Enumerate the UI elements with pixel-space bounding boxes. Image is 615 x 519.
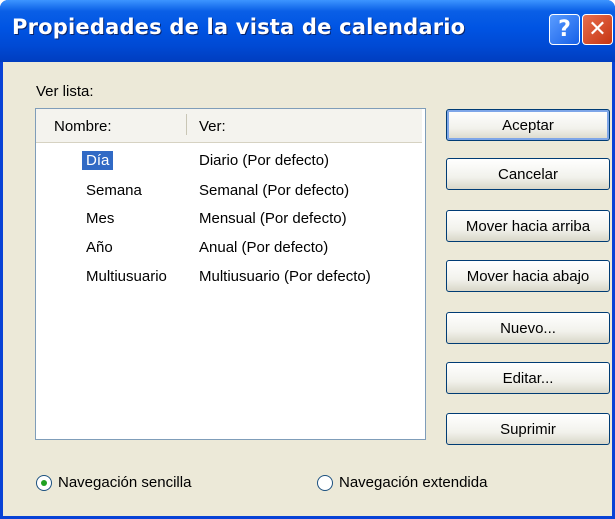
radio-label-extended[interactable]: Navegación extendida bbox=[339, 474, 487, 491]
list-row-ano[interactable]: Año Anual (Por defecto) bbox=[36, 236, 422, 261]
help-icon: ? bbox=[558, 17, 571, 42]
list-header: Nombre: Ver: bbox=[36, 109, 422, 143]
list-row-semana[interactable]: Semana Semanal (Por defecto) bbox=[36, 179, 422, 204]
view-list-label: Ver lista: bbox=[36, 83, 94, 100]
new-button[interactable]: Nuevo... bbox=[446, 312, 610, 344]
cancel-button[interactable]: Cancelar bbox=[446, 158, 610, 190]
delete-button[interactable]: Suprimir bbox=[446, 413, 610, 445]
list-row-dia[interactable]: Día Diario (Por defecto) bbox=[36, 149, 422, 174]
title-bar[interactable]: Propiedades de la vista de calendario ? … bbox=[0, 0, 615, 62]
calendar-view-properties-dialog: Propiedades de la vista de calendario ? … bbox=[0, 0, 615, 519]
column-header-view[interactable]: Ver: bbox=[199, 118, 226, 135]
row-name: Día bbox=[82, 151, 114, 170]
radio-button-checked[interactable] bbox=[36, 474, 52, 491]
row-name: Mes bbox=[86, 210, 115, 227]
edit-button[interactable]: Editar... bbox=[446, 362, 610, 394]
row-view: Multiusuario (Por defecto) bbox=[199, 268, 371, 285]
view-list[interactable]: Nombre: Ver: Día Diario (Por defecto) Se… bbox=[35, 108, 426, 440]
list-row-multiusuario[interactable]: Multiusuario Multiusuario (Por defecto) bbox=[36, 265, 422, 290]
radio-navigation-extended[interactable]: Navegación extendida bbox=[317, 474, 487, 491]
accept-button[interactable]: Aceptar bbox=[446, 109, 610, 141]
column-header-name[interactable]: Nombre: bbox=[54, 118, 112, 135]
move-up-button[interactable]: Mover hacia arriba bbox=[446, 210, 610, 242]
row-view: Semanal (Por defecto) bbox=[199, 182, 350, 199]
row-view: Mensual (Por defecto) bbox=[199, 210, 347, 227]
row-name: Año bbox=[86, 239, 113, 256]
move-down-button[interactable]: Mover hacia abajo bbox=[446, 260, 610, 292]
radio-button-unchecked[interactable] bbox=[317, 474, 333, 491]
help-button[interactable]: ? bbox=[549, 14, 580, 45]
row-view: Diario (Por defecto) bbox=[199, 152, 330, 169]
radio-label-simple[interactable]: Navegación sencilla bbox=[58, 474, 191, 491]
list-row-mes[interactable]: Mes Mensual (Por defecto) bbox=[36, 207, 422, 232]
close-button[interactable]: ✕ bbox=[582, 14, 613, 45]
close-icon: ✕ bbox=[588, 17, 607, 42]
radio-navigation-simple[interactable]: Navegación sencilla bbox=[36, 474, 191, 491]
row-view: Anual (Por defecto) bbox=[199, 239, 329, 256]
row-name: Multiusuario bbox=[86, 268, 167, 285]
dialog-title: Propiedades de la vista de calendario bbox=[12, 15, 466, 39]
column-separator[interactable] bbox=[186, 114, 187, 135]
row-name: Semana bbox=[86, 182, 142, 199]
